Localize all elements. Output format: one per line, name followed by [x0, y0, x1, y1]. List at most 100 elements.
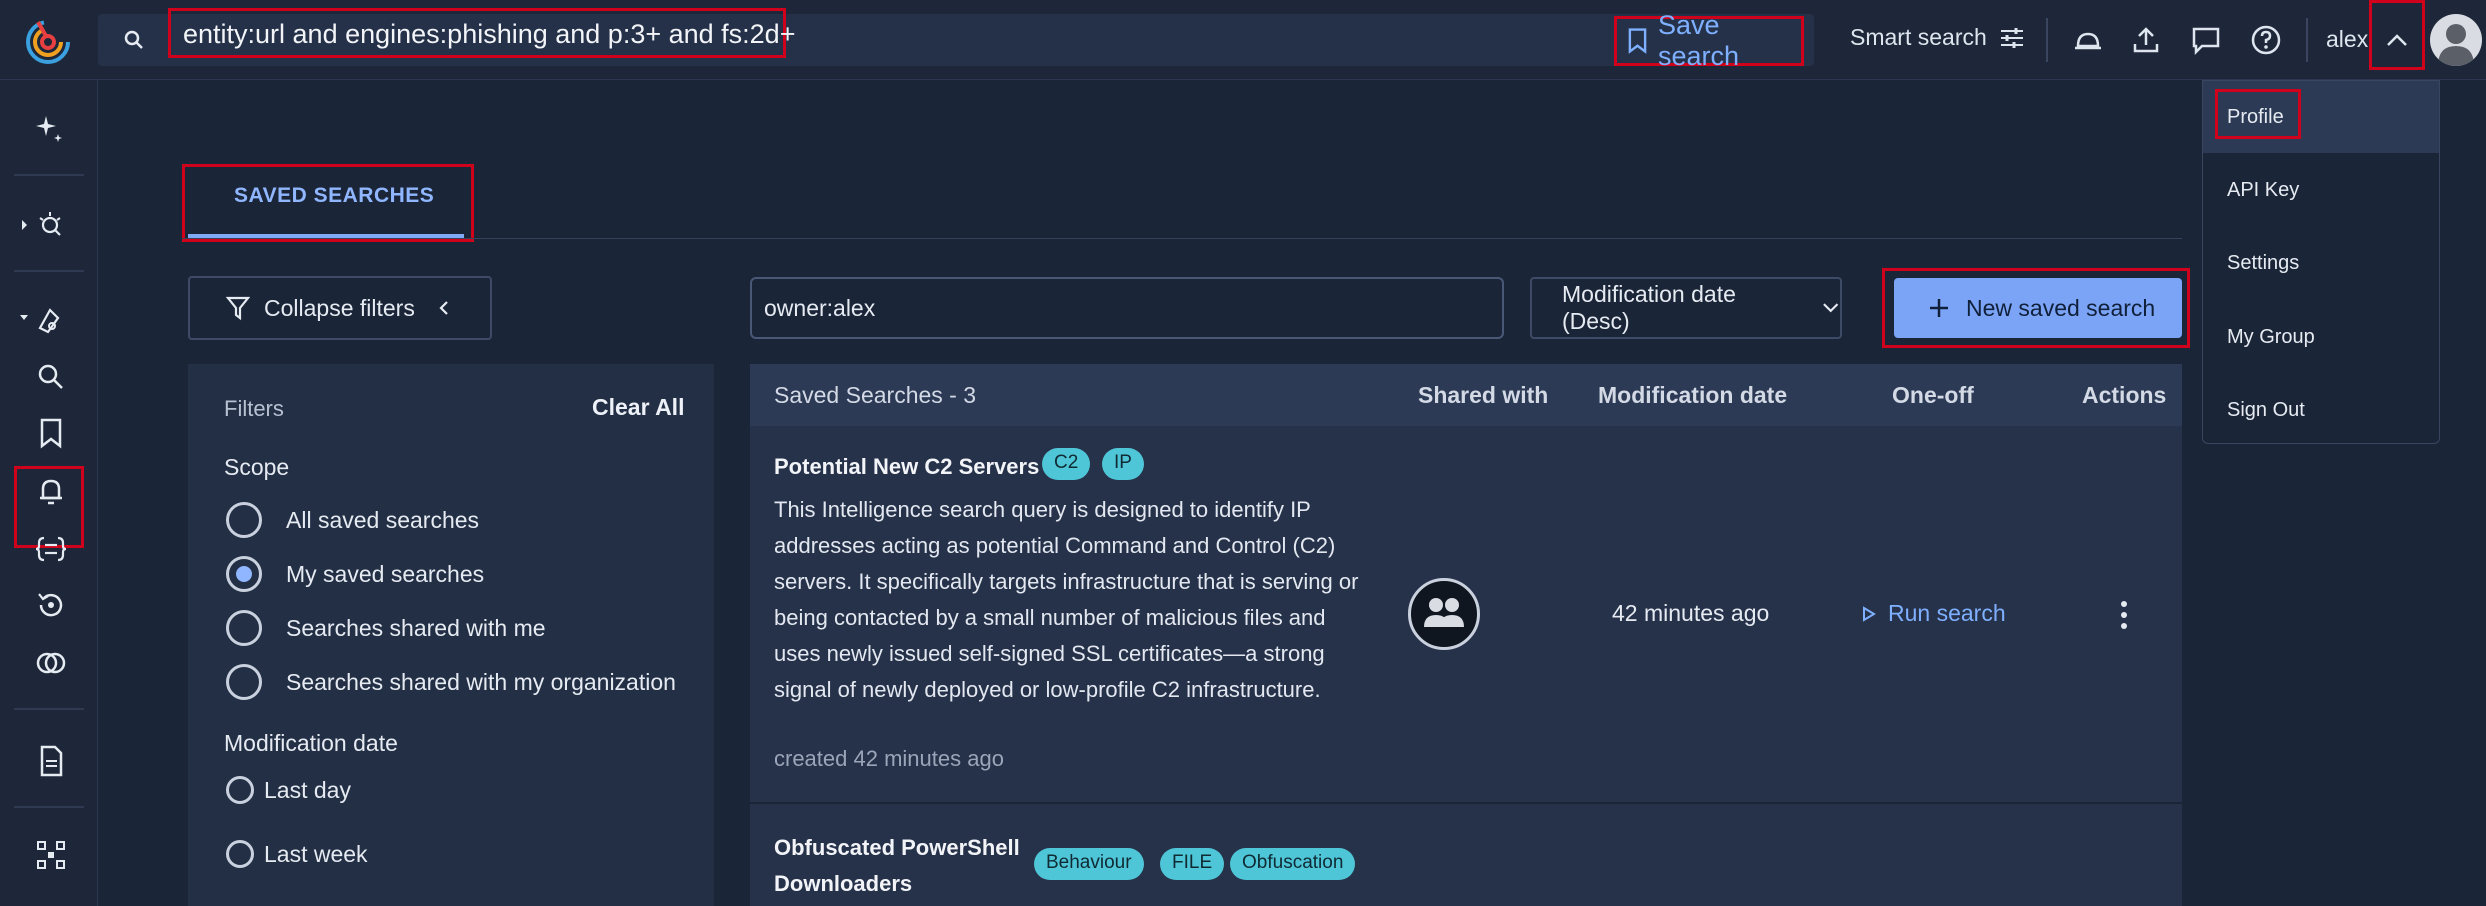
menu-item-profile[interactable]: Profile [2203, 81, 2439, 153]
bookmark-icon [1628, 28, 1647, 54]
filters-panel: Filters Clear All Scope All saved search… [188, 364, 714, 906]
menu-item-api-key[interactable]: API Key [2203, 154, 2439, 226]
scope-option-label: All saved searches [286, 506, 480, 533]
toolbar-divider [2306, 18, 2308, 62]
radio-button[interactable] [226, 502, 262, 538]
avatar[interactable] [2430, 14, 2482, 66]
bell-icon[interactable] [34, 474, 68, 508]
run-search-label: Run search [1888, 600, 2006, 626]
radio-button[interactable] [226, 776, 254, 804]
smart-search-toggle[interactable]: Smart search [1850, 24, 2025, 51]
rules-icon[interactable] [34, 532, 68, 566]
chevron-left-icon [439, 301, 448, 315]
menu-item-my-group[interactable]: My Group [2203, 301, 2439, 373]
report-icon[interactable] [34, 744, 68, 778]
tag-badge[interactable]: Behaviour [1034, 848, 1144, 880]
column-header-modification-date: Modification date [1598, 382, 1788, 408]
modification-date-label: Modification date [224, 730, 398, 756]
run-search-button[interactable]: Run search [1862, 600, 2006, 627]
tab-divider [182, 238, 2182, 239]
nav-divider [14, 806, 84, 808]
menu-item-settings[interactable]: Settings [2203, 227, 2439, 299]
modification-option-label: Last day [264, 776, 351, 803]
help-icon[interactable] [2250, 24, 2282, 56]
nav-divider [14, 174, 84, 176]
sort-dropdown[interactable]: Modification date (Desc) [1530, 277, 1842, 339]
hunting-expand-icon[interactable] [18, 302, 68, 336]
column-header-shared-with: Shared with [1418, 382, 1549, 408]
sliders-icon [2000, 27, 2023, 48]
collapse-filters-label: Collapse filters [264, 294, 415, 321]
nav-divider [14, 708, 84, 710]
saved-search-title[interactable]: Potential New C2 Servers [774, 454, 1039, 480]
detect-expand-icon[interactable] [20, 208, 68, 242]
retrohunt-icon[interactable] [34, 588, 68, 622]
modification-option-label: Last week [264, 840, 368, 867]
row-divider [750, 802, 2182, 804]
tag-badge[interactable]: IP [1102, 448, 1144, 480]
new-saved-search-label: New saved search [1966, 294, 2156, 321]
user-name[interactable]: alex [2326, 26, 2368, 53]
search-nav-icon[interactable] [34, 360, 68, 394]
radio-button[interactable] [226, 664, 262, 700]
left-navigation [0, 80, 98, 906]
tab-saved-searches[interactable]: SAVED SEARCHES [234, 184, 434, 208]
menu-item-highlight [2215, 89, 2301, 139]
column-header-one-off: One-off [1892, 382, 1974, 408]
radio-button[interactable] [226, 610, 262, 646]
scope-option-mine[interactable]: My saved searches [226, 556, 484, 592]
saved-search-filter-input[interactable]: owner:alex [750, 277, 1504, 339]
user-menu-toggle[interactable] [2369, 0, 2425, 70]
diff-icon[interactable] [34, 646, 68, 680]
upload-icon[interactable] [2130, 24, 2162, 56]
radio-button[interactable] [226, 840, 254, 868]
group-icon [1424, 598, 1464, 627]
sort-selected-value: Modification date (Desc) [1562, 281, 1736, 334]
menu-item-label: Settings [2227, 251, 2300, 274]
menu-item-label: API Key [2227, 178, 2300, 201]
table-header: Saved Searches - 3 Shared with Modificat… [750, 364, 2182, 426]
save-search-button[interactable]: Save search [1614, 10, 1804, 71]
modification-option-last-week[interactable]: Last week [226, 840, 368, 868]
radio-button-selected[interactable] [226, 556, 262, 592]
tag-badge[interactable]: FILE [1160, 848, 1225, 880]
new-saved-search-button[interactable]: New saved search [1894, 278, 2182, 338]
play-icon [1863, 605, 1876, 622]
tag-badge[interactable]: Obfuscation [1230, 848, 1356, 880]
scope-option-shared-with-org[interactable]: Searches shared with my organization [226, 664, 676, 700]
search-query-input[interactable]: entity:url and engines:phishing and p:3+… [168, 8, 795, 58]
plus-icon [1930, 299, 1948, 317]
scope-option-shared-with-me[interactable]: Searches shared with me [226, 610, 546, 646]
created-timestamp: created 42 minutes ago [774, 746, 1004, 771]
user-dropdown-menu: Profile API Key Settings My Group Sign O… [2202, 80, 2440, 444]
saved-searches-table: Saved Searches - 3 Shared with Modificat… [750, 364, 2182, 906]
menu-item-label: My Group [2227, 325, 2315, 348]
sparkle-icon[interactable] [32, 112, 66, 146]
chat-icon[interactable] [2190, 24, 2222, 56]
menu-item-sign-out[interactable]: Sign Out [2203, 374, 2439, 446]
chevron-up-icon [2387, 34, 2407, 46]
toolbar-divider [2046, 18, 2048, 62]
filter-icon [226, 296, 250, 321]
chevron-down-icon [1822, 303, 1838, 313]
bookmark-nav-icon[interactable] [34, 416, 68, 450]
modification-option-last-day[interactable]: Last day [226, 776, 351, 804]
clear-all-button[interactable]: Clear All [592, 394, 684, 421]
more-actions-icon[interactable] [2120, 600, 2128, 630]
tag-badge[interactable]: C2 [1042, 448, 1091, 480]
shared-with-avatar[interactable] [1408, 578, 1480, 650]
scope-option-label: Searches shared with my organization [286, 668, 676, 695]
graph-icon[interactable] [34, 838, 68, 872]
app-logo-icon[interactable] [22, 14, 74, 66]
saved-search-title[interactable]: Obfuscated PowerShell Downloaders [774, 830, 1034, 902]
hat-icon[interactable] [2072, 24, 2104, 56]
smart-search-label: Smart search [1850, 24, 1987, 50]
top-bar: entity:url and engines:phishing and p:3+… [0, 0, 2486, 80]
scope-option-all[interactable]: All saved searches [226, 502, 479, 538]
save-search-label: Save search [1657, 10, 1740, 71]
column-header-saved-searches: Saved Searches - 3 [774, 382, 977, 408]
saved-search-description: This Intelligence search query is design… [774, 497, 1359, 702]
modification-date-value: 42 minutes ago [1612, 600, 1770, 626]
collapse-filters-button[interactable]: Collapse filters [188, 276, 492, 340]
filters-title: Filters [224, 396, 284, 421]
